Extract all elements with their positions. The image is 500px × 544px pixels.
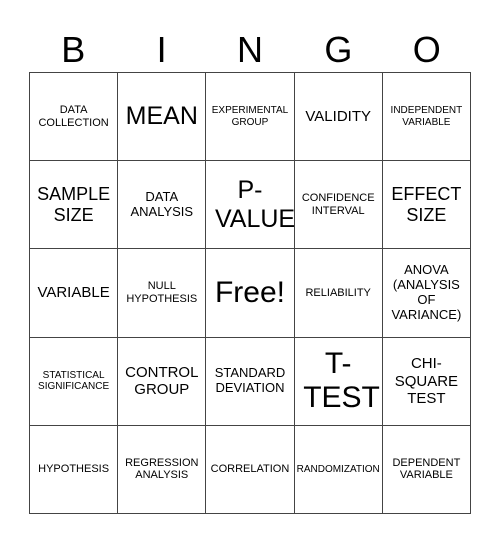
cell-label: DATA COLLECTION xyxy=(38,103,109,129)
bingo-cell[interactable]: NULL HYPOTHESIS xyxy=(118,249,207,338)
cell-label: EXPERIMENTAL GROUP xyxy=(211,105,289,128)
header-letter-g: G xyxy=(324,29,353,70)
bingo-cell[interactable]: EFFECT SIZE xyxy=(382,161,471,250)
bingo-cell[interactable]: T-TEST xyxy=(294,337,383,426)
bingo-cell[interactable]: VALIDITY xyxy=(294,73,383,162)
bingo-cell[interactable]: REGRESSION ANALYSIS xyxy=(118,425,207,514)
cell-label: CORRELATION xyxy=(210,463,290,476)
cell-label: SAMPLE SIZE xyxy=(37,184,111,225)
header-letter-b: B xyxy=(61,29,86,70)
cell-label: P-VALUE xyxy=(214,176,295,233)
bingo-cell[interactable]: CORRELATION xyxy=(206,425,295,514)
cell-label: MEAN xyxy=(125,102,198,131)
cell-label: RELIABILITY xyxy=(305,286,371,299)
cell-label: DEPENDENT VARIABLE xyxy=(392,456,461,482)
cell-label: HYPOTHESIS xyxy=(38,463,110,476)
bingo-cell[interactable]: STANDARD DEVIATION xyxy=(206,337,295,426)
header-letter-i: I xyxy=(156,29,167,70)
bingo-cell[interactable]: RANDOMIZATION xyxy=(294,425,383,514)
bingo-cell[interactable]: CONTROL GROUP xyxy=(118,337,207,426)
bingo-cell[interactable]: P-VALUE xyxy=(206,161,295,250)
cell-label: CONFIDENCE INTERVAL xyxy=(301,192,375,217)
bingo-grid: DATA COLLECTION MEAN EXPERIMENTAL GROUP … xyxy=(29,72,471,514)
bingo-cell[interactable]: INDEPENDENT VARIABLE xyxy=(382,73,471,162)
cell-label: INDEPENDENT VARIABLE xyxy=(390,105,463,128)
cell-label: CHI-SQUARE TEST xyxy=(394,355,459,407)
cell-label: T-TEST xyxy=(303,346,380,415)
bingo-cell[interactable]: DATA ANALYSIS xyxy=(118,161,207,250)
cell-label: EFFECT SIZE xyxy=(391,184,462,225)
bingo-cell[interactable]: CHI-SQUARE TEST xyxy=(382,337,471,426)
bingo-cell[interactable]: CONFIDENCE INTERVAL xyxy=(294,161,383,250)
free-space-label: Free! xyxy=(214,275,285,309)
cell-label: REGRESSION ANALYSIS xyxy=(125,456,199,482)
free-space-cell[interactable]: Free! xyxy=(206,249,295,338)
cell-label: STANDARD DEVIATION xyxy=(214,365,286,396)
bingo-cell[interactable]: HYPOTHESIS xyxy=(30,425,119,514)
bingo-cell[interactable]: STATISTICAL SIGNIFICANCE xyxy=(30,337,119,426)
bingo-cell[interactable]: VARIABLE xyxy=(30,249,119,338)
cell-label: VARIABLE xyxy=(37,284,110,302)
cell-label: STATISTICAL SIGNIFICANCE xyxy=(38,369,110,393)
header-letter-o: O xyxy=(412,29,441,70)
cell-label: DATA ANALYSIS xyxy=(130,188,194,219)
cell-label: NULL HYPOTHESIS xyxy=(126,280,198,305)
bingo-header: B I N G O xyxy=(29,28,471,72)
bingo-cell[interactable]: EXPERIMENTAL GROUP xyxy=(206,73,295,162)
bingo-cell[interactable]: MEAN xyxy=(118,73,207,162)
header-letter-n: N xyxy=(236,29,263,70)
bingo-cell[interactable]: DATA COLLECTION xyxy=(30,73,119,162)
bingo-cell[interactable]: DEPENDENT VARIABLE xyxy=(382,425,471,514)
bingo-cell[interactable]: ANOVA (ANALYSIS OF VARIANCE) xyxy=(382,249,471,338)
bingo-cell[interactable]: RELIABILITY xyxy=(294,249,383,338)
cell-label: CONTROL GROUP xyxy=(125,363,199,399)
cell-label: ANOVA (ANALYSIS OF VARIANCE) xyxy=(391,262,462,322)
cell-label: RANDOMIZATION xyxy=(296,463,380,475)
bingo-cell[interactable]: SAMPLE SIZE xyxy=(30,161,119,250)
cell-label: VALIDITY xyxy=(305,107,371,125)
